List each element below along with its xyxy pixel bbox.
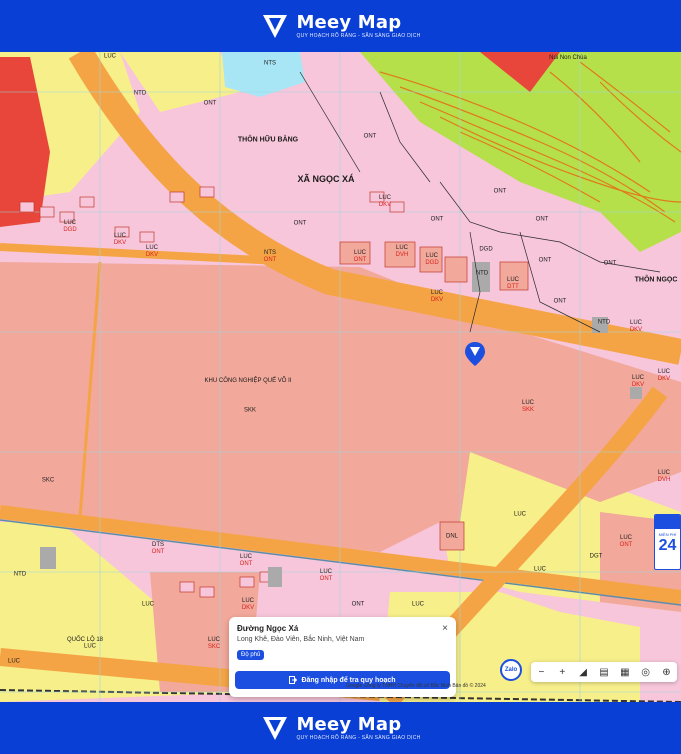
zone-label: LUC (533, 566, 547, 573)
zone-label: LUC (7, 658, 21, 665)
zone-label: NTD (597, 319, 611, 326)
measure-icon[interactable]: ◢ (574, 667, 592, 678)
zone-label: LUC (83, 643, 97, 650)
zone-label: LUC DKV (113, 233, 127, 246)
zone-label: NTD (133, 90, 147, 97)
zone-label: ONT (203, 100, 217, 107)
zalo-chat-button[interactable]: Zalo (500, 659, 522, 681)
zone-label: ONT (603, 260, 617, 267)
billboard-sign: MIỀN PHÍ 24 (654, 514, 681, 570)
zone-label: LUC DGD (425, 253, 439, 266)
zone-label: LUC ONT (239, 554, 253, 567)
zone-label: LUC DKV (430, 290, 444, 303)
zone-label: LUC (513, 511, 527, 518)
zone-label: LUC DKV (145, 245, 159, 258)
zone-label: DGT (589, 553, 603, 560)
zone-label: SKC (41, 477, 55, 484)
zone-label: ONT (430, 216, 444, 223)
compass-icon[interactable]: ◎ (637, 667, 655, 678)
zone-label: ONT (538, 257, 552, 264)
map-toolbar: − + ◢ ▤ ▦ ◎ ⊕ (531, 662, 677, 682)
zone-label: LUC DKV (629, 320, 643, 333)
brand-tagline: QUY HOẠCH RÕ RÀNG - SẴN SÀNG GIAO DỊCH (296, 735, 421, 741)
meey-logo-icon (263, 15, 288, 38)
grid-icon[interactable]: ▦ (616, 667, 634, 678)
zone-label: LUC SKK (521, 400, 535, 413)
zone-label: LUC (103, 53, 117, 60)
place-xa-ngoc-xa: XÃ NGỌC XÁ (297, 174, 355, 184)
brand-logo-group-bottom[interactable]: Meey Map QUY HOẠCH RÕ RÀNG - SẴN SÀNG GI… (260, 713, 420, 743)
zone-label: LUC DVH (657, 470, 671, 483)
map-base-layer (0, 52, 681, 702)
app-frame: Meey Map QUY HOẠCH RÕ RÀNG - SẴN SÀNG GI… (0, 0, 681, 754)
meey-logo-icon (263, 717, 288, 740)
zone-label: NTD (13, 571, 27, 578)
map-attribution: Google Công ty TNHH Chuyển đổi số Bắc Ni… (346, 683, 486, 689)
place-quoc-lo: QUỐC LỘ 18 (66, 637, 104, 643)
brand-name: Meey Map (296, 12, 402, 33)
zone-label: LUC DKV (241, 598, 255, 611)
zone-label: LUC ONT (353, 250, 367, 263)
zone-label: ONT (535, 216, 549, 223)
zone-label: DNL (445, 533, 459, 540)
brand-tagline: QUY HOẠCH RÕ RÀNG - SẴN SÀNG GIAO DỊCH (296, 33, 421, 39)
zone-label: DGD (479, 246, 493, 253)
zone-label: LUC DGD (63, 220, 77, 233)
place-thon-huu-bang: THÔN HỮU BẰNG (237, 136, 299, 144)
location-title: Đường Ngọc Xá (237, 624, 299, 633)
zone-label: LUC DKV (657, 369, 671, 382)
zone-label: LUC DKV (378, 195, 392, 208)
location-address: Long Khê, Đào Viên, Bắc Ninh, Việt Nam (237, 636, 365, 643)
zone-label: DTS ONT (151, 542, 165, 555)
zone-label: NTS ONT (263, 250, 277, 263)
planning-map[interactable]: LUC NTS ONT NTD LUC DKV LUC DGD ONT ONT NT… (0, 52, 681, 702)
locate-icon[interactable]: ⊕ (657, 667, 675, 678)
top-brand-bar: Meey Map QUY HOẠCH RÕ RÀNG - SẴN SÀNG GI… (0, 0, 681, 52)
zone-label: ONT (363, 133, 377, 140)
zoom-out-button[interactable]: − (532, 667, 550, 678)
zone-label: ONT (351, 601, 365, 608)
zone-label: ONT (493, 188, 507, 195)
place-thon-ngoc: THÔN NGỌC (634, 276, 678, 284)
layers-icon[interactable]: ▤ (595, 667, 613, 678)
zone-label: ONT (553, 298, 567, 305)
zone-label: LUC ONT (319, 569, 333, 582)
place-nui-non-chua: Núi Non Chùa (549, 55, 587, 61)
zone-label: LUC (141, 601, 155, 608)
brand-name: Meey Map (296, 714, 402, 735)
close-icon[interactable]: × (442, 623, 448, 634)
zone-label: LUC DTT (506, 277, 520, 290)
zone-label: SKK (243, 407, 257, 414)
zone-label: LUC SKC (207, 637, 221, 650)
location-pin-icon[interactable] (464, 341, 486, 367)
zone-label: NTS (264, 60, 276, 67)
zone-label: LUC DKV (631, 375, 645, 388)
zoom-in-button[interactable]: + (553, 667, 571, 678)
login-icon (289, 676, 298, 684)
zone-label: ONT (293, 220, 307, 227)
brand-logo-group[interactable]: Meey Map QUY HOẠCH RÕ RÀNG - SẴN SÀNG GI… (260, 11, 420, 41)
zone-label: NTD (475, 270, 489, 277)
bottom-brand-bar: Meey Map QUY HOẠCH RÕ RÀNG - SẴN SÀNG GI… (0, 702, 681, 754)
zone-label: LUC DVH (395, 245, 409, 258)
zone-label: LUC ONT (619, 535, 633, 548)
place-khu-cong-nghiep: KHU CÔNG NGHIỆP QUẾ VÕ II (204, 378, 292, 384)
coverage-badge[interactable]: Độ phủ (237, 650, 265, 660)
zone-label: LUC (411, 601, 425, 608)
